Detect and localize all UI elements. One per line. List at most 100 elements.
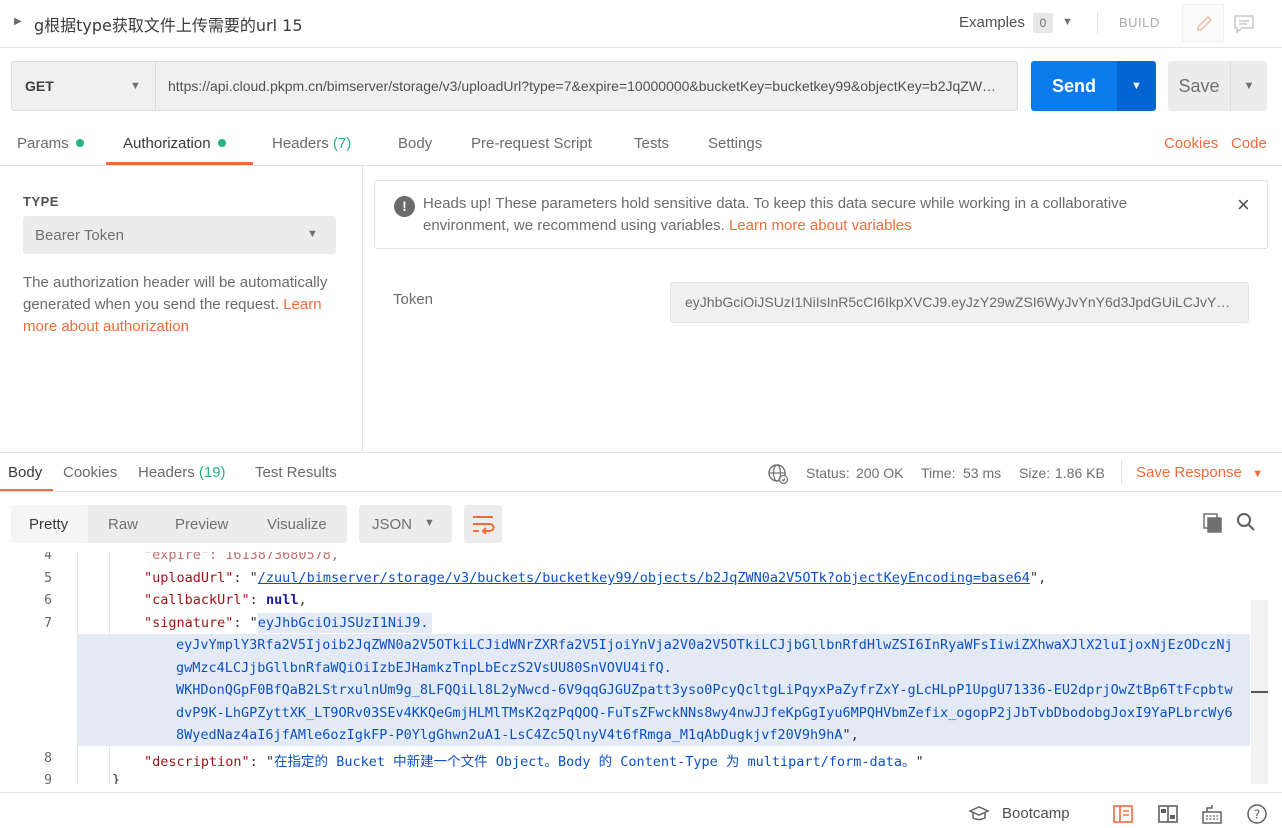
save-button[interactable]: Save [1168,61,1230,111]
divider [1121,460,1122,484]
signature-part: gwMzc4LCJjbGllbnRfaWQiOiIzbEJHamkzTnpLbE… [176,660,672,676]
edit-button[interactable] [1182,4,1224,42]
pencil-icon [1197,15,1213,31]
auth-help-text: The authorization header will be automat… [23,272,343,338]
active-dot [75,139,84,147]
method-select[interactable]: GET ▼ [11,61,155,111]
build-mode-label[interactable]: BUILD [1119,15,1160,30]
request-title[interactable]: g根据type获取文件上传需要的url 15 [34,12,303,36]
format-value: JSON [372,516,413,533]
tab-preview[interactable]: Preview [175,516,228,533]
format-select[interactable]: JSON ▼ [359,505,452,543]
tab-visualize[interactable]: Visualize [267,516,327,533]
tab-test-results[interactable]: Test Results [255,464,337,481]
active-dot [217,139,226,147]
tab-pretty[interactable]: Pretty [29,516,68,533]
learn-more-variables-link[interactable]: Learn more about variables [729,217,912,234]
line-number: 8 [44,751,52,766]
divider [0,452,1282,453]
keyboard-icon[interactable] [1201,803,1223,825]
json-key: "signature" [144,615,234,631]
signature-part: eyJvYmplY3Rfa2V5Ijoib2JqZWN0a2V5OTkiLCJi… [176,637,1233,653]
tab-tests[interactable]: Tests [634,135,669,152]
signature-part: WKHDonQGpF0BfQaB2LStrxulnUm9g_8LFQQiLl8L… [176,682,1233,698]
token-label: Token [393,291,434,308]
tab-raw[interactable]: Raw [108,516,138,533]
auth-type-heading: TYPE [23,194,59,209]
upload-url-link[interactable]: /zuul/bimserver/storage/v3/buckets/bucke… [258,570,1030,586]
tab-headers[interactable]: Headers (7) [272,135,351,152]
tab-label: Headers [272,135,329,152]
globe-icon[interactable] [767,463,789,485]
time-label: Time: [921,465,956,481]
caret-right-icon[interactable]: ▶ [14,16,22,27]
code-line-8: "description": "在指定的 Bucket 中新建一个文件 Obje… [144,754,924,770]
tab-response-cookies[interactable]: Cookies [63,464,117,481]
bootcamp-icon[interactable] [968,805,990,823]
code-line-7: "signature": "eyJhbGciOiJSUzI1NiJ9. [144,615,429,631]
save-options-button[interactable]: ▼ [1230,61,1267,111]
layout-icon[interactable] [1157,803,1179,825]
save-response-label: Save Response [1136,464,1242,481]
send-button[interactable]: Send [1031,61,1117,111]
chevron-down-icon: ▼ [1131,80,1142,92]
tab-count: (7) [332,135,352,152]
tab-label: Params [17,135,69,152]
token-input[interactable]: eyJhbGciOiJSUzI1NiIsInR5cCI6IkpXVCJ9.eyJ… [670,282,1249,323]
wrap-lines-button[interactable] [464,505,502,543]
size-value[interactable]: 1.86 KB [1055,465,1105,481]
tab-pre-request-script[interactable]: Pre-request Script [471,135,592,152]
cookies-link[interactable]: Cookies [1164,135,1218,152]
tab-params[interactable]: Params [17,135,84,152]
panel-divider [362,166,363,453]
line-number: 7 [44,616,52,631]
signature-part: dvP9K-LhGPZyttXK_LT9ORv03SEv4KKQeGmjHLMl… [176,705,1233,721]
comments-button[interactable] [1226,4,1262,42]
status-value[interactable]: 200 OK [856,465,903,481]
save-response-button[interactable]: Save Response ▼ [1136,464,1263,481]
tab-response-body[interactable]: Body [8,464,42,481]
tab-settings[interactable]: Settings [708,135,762,152]
sensitive-data-banner: ! Heads up! These parameters hold sensit… [374,180,1268,249]
code-link[interactable]: Code [1231,135,1267,152]
chevron-down-icon: ▼ [130,80,141,92]
divider [0,165,1282,166]
close-icon[interactable]: × [1237,192,1250,218]
tab-count: (19) [198,464,226,481]
tab-label: Authorization [123,135,211,152]
divider [1097,12,1098,34]
url-input[interactable]: https://api.cloud.pkpm.cn/bimserver/stor… [155,61,1018,111]
copy-icon[interactable] [1202,512,1224,534]
signature-part: 8WyedNaz4aI6jfAMle6ozIgkFP-P0YlgGhwn2uA1… [176,727,843,743]
help-icon[interactable]: ? [1246,803,1268,825]
json-key: "uploadUrl" [144,570,234,586]
time-value[interactable]: 53 ms [963,465,1001,481]
tab-response-headers[interactable]: Headers (19) [138,464,226,481]
signature-end: 8WyedNaz4aI6jfAMle6ozIgkFP-P0YlgGhwn2uA1… [176,727,859,743]
code-line-4: "expire": 1613873680578, [144,552,340,563]
scrollbar-thumb[interactable] [1251,691,1268,693]
line-number: 6 [44,593,52,608]
auth-type-select[interactable]: Bearer Token ▼ [23,216,336,254]
view-mode-tabs: Pretty Raw Preview Visualize [11,505,347,543]
size-label: Size: [1019,465,1051,481]
bootcamp-button[interactable]: Bootcamp [1002,805,1070,822]
request-header-bar: ▶ g根据type获取文件上传需要的url 15 Examples 0 ▼ BU… [0,0,1282,48]
auth-type-value: Bearer Token [35,227,124,244]
tab-body[interactable]: Body [398,135,432,152]
tab-label: Headers [138,464,195,481]
closing-brace: } [112,772,121,784]
svg-text:?: ? [1254,808,1260,822]
wrap-icon [473,516,495,535]
tab-authorization[interactable]: Authorization [123,135,226,152]
two-pane-icon[interactable] [1112,803,1134,825]
send-options-button[interactable]: ▼ [1117,61,1156,111]
line-number: 4 [44,552,52,563]
search-icon[interactable] [1236,512,1256,532]
chevron-down-icon[interactable]: ▼ [1062,16,1073,28]
json-key: "description" [144,754,250,770]
examples-dropdown[interactable]: Examples [959,14,1025,31]
code-line-6: "callbackUrl": null, [144,592,307,608]
warning-icon: ! [394,196,415,217]
response-body-viewer[interactable]: 4 5 6 7 8 9 "expire": 1613873680578, "up… [0,552,1268,784]
